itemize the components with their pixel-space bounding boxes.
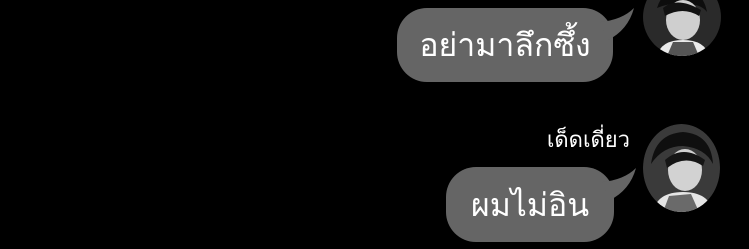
avatar-1[interactable] [643,0,721,56]
bubble-tail-2 [602,168,636,200]
message-bubble-2[interactable]: ผมไม่อิน [446,167,614,242]
avatar-photo-icon [643,0,721,56]
avatar-photo-icon [643,124,720,212]
sender-name: เด็ดเดี่ยว [546,128,630,153]
message-text-1: อย่ามาลึกซึ้ง [419,26,591,64]
avatar-2[interactable] [643,124,720,212]
bubble-tail-1 [600,8,634,40]
message-text-2: ผมไม่อิน [470,185,590,224]
message-bubble-1[interactable]: อย่ามาลึกซึ้ง [397,8,613,82]
